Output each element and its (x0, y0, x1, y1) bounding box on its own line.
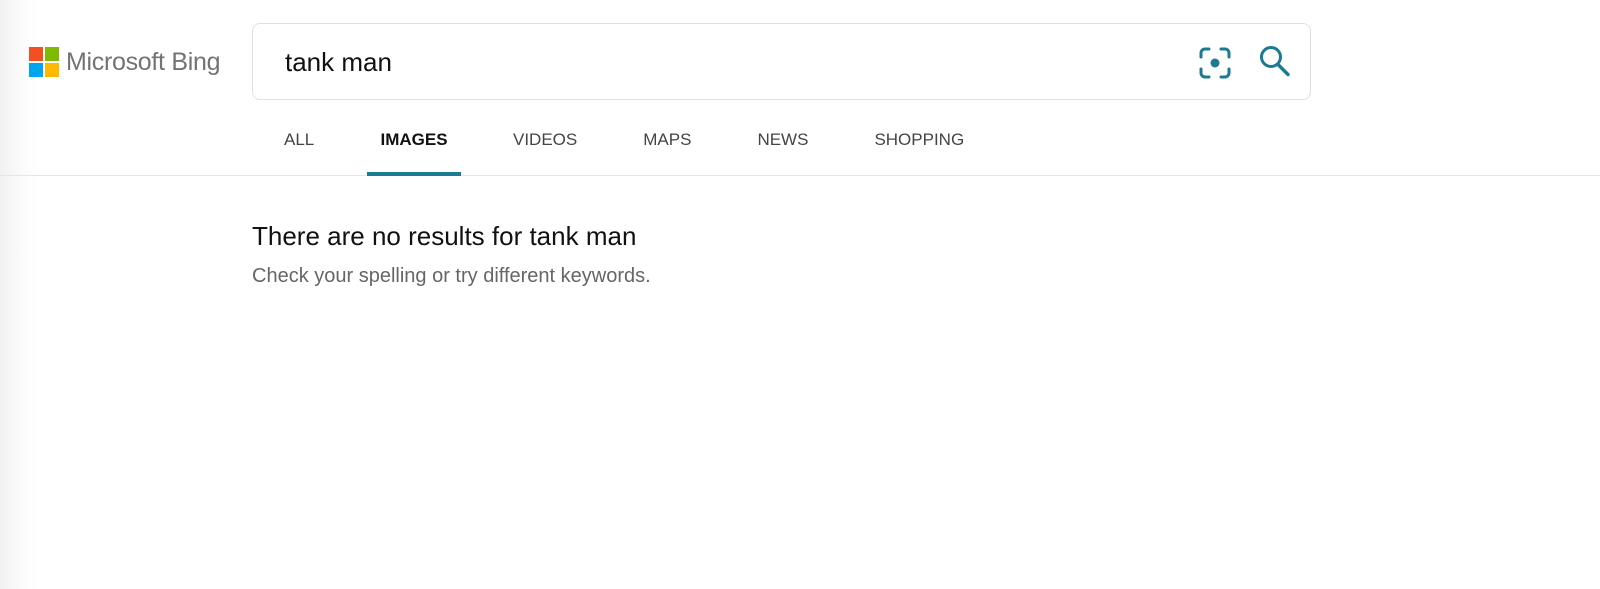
microsoft-logo-icon (29, 47, 59, 77)
tab-news[interactable]: NEWS (757, 118, 808, 176)
visual-search-icon[interactable] (1198, 46, 1232, 80)
active-tab-indicator (367, 172, 461, 176)
tab-shopping[interactable]: SHOPPING (874, 118, 964, 176)
tab-videos[interactable]: VIDEOS (513, 118, 577, 176)
no-results-hint: Check your spelling or try different key… (252, 265, 651, 287)
page: Microsoft Bing tank man ALL IMAGES VIDEO… (0, 0, 1600, 589)
search-icon[interactable] (1257, 44, 1293, 80)
tab-maps[interactable]: MAPS (643, 118, 691, 176)
bing-logo[interactable]: Microsoft Bing (29, 46, 220, 78)
search-tabs: ALL IMAGES VIDEOS MAPS NEWS SHOPPING (252, 118, 964, 176)
tab-all[interactable]: ALL (252, 118, 347, 176)
no-results-title: There are no results for tank man (252, 221, 637, 251)
tab-images[interactable]: IMAGES (367, 118, 461, 176)
brand-name: Microsoft Bing (66, 48, 221, 76)
header: Microsoft Bing tank man ALL IMAGES VIDEO… (0, 0, 1600, 176)
search-input[interactable] (285, 40, 1145, 84)
search-box (252, 23, 1311, 100)
no-results-message: There are no results for tank man Check … (252, 219, 651, 289)
